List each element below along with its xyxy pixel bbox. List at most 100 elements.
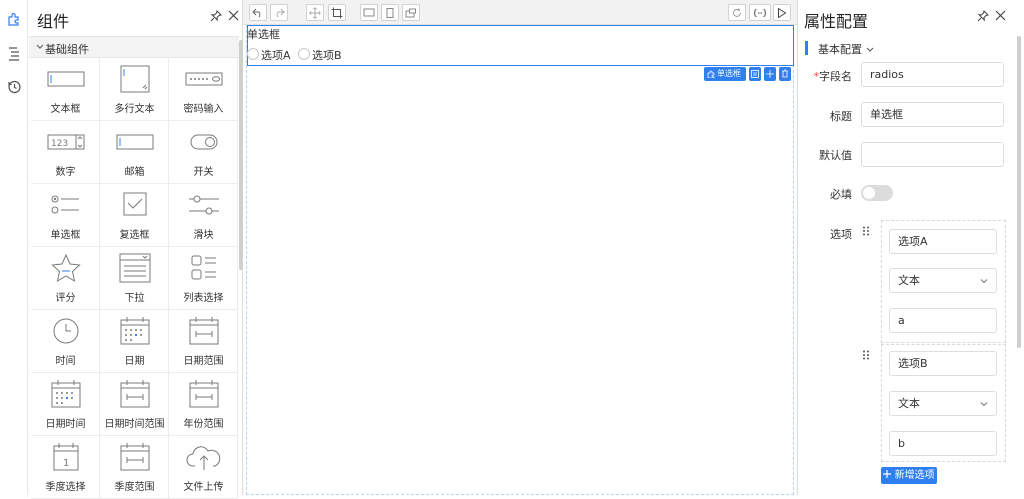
field-type-button[interactable]: 单选框 (704, 67, 746, 81)
radio-icon (51, 195, 79, 214)
component-item-list-select[interactable]: 列表选择 (169, 247, 238, 310)
option-type-value: 文本 (898, 397, 920, 410)
radio-option-b-label[interactable]: 选项B (312, 47, 342, 63)
drag-handle-icon[interactable] (862, 350, 870, 360)
component-label: 邮箱 (124, 167, 145, 178)
component-item-radio[interactable]: 单选框 (31, 184, 100, 247)
trash-icon (782, 69, 788, 78)
radio-option-a-label[interactable]: 选项A (261, 47, 291, 63)
desktop-view-button[interactable] (360, 4, 378, 21)
canvas-toolbar (243, 0, 797, 25)
radio-option-a[interactable] (247, 48, 259, 60)
close-icon[interactable] (993, 10, 1007, 24)
option-value-input[interactable]: a (889, 308, 997, 333)
component-item-datetime-range[interactable]: 日期时间范围 (100, 373, 169, 436)
option-label-input[interactable]: 选项A (889, 229, 997, 254)
calendar-icon (120, 317, 150, 345)
component-item-slider[interactable]: 滑块 (169, 184, 238, 247)
option-type-select[interactable]: 文本 (889, 391, 997, 416)
datetime-icon (51, 380, 81, 408)
select-tool-button[interactable] (328, 4, 346, 21)
radio-option-b[interactable] (298, 48, 310, 60)
checkbox-icon (123, 192, 147, 216)
option-type-select[interactable]: 文本 (889, 268, 997, 293)
component-label: 季度选择 (45, 482, 86, 493)
delete-button[interactable] (779, 67, 791, 81)
component-item-email[interactable]: 邮箱 (100, 121, 169, 184)
component-item-checkbox[interactable]: 复选框 (100, 184, 169, 247)
history-icon[interactable] (6, 79, 22, 95)
add-option-button[interactable]: 新增选项 (881, 467, 937, 484)
component-label: 日期时间 (45, 419, 86, 430)
copy-button[interactable] (749, 67, 761, 81)
option-item: 选项B 文本 b (881, 344, 1006, 462)
required-label: 必填 (830, 188, 852, 201)
field-name-label: *字段名 (813, 70, 853, 83)
upload-icon (186, 446, 221, 470)
option-value-input[interactable]: b (889, 431, 997, 456)
drag-handle-icon[interactable] (862, 226, 870, 236)
default-value-label: 默认值 (819, 149, 852, 162)
move-button[interactable] (306, 4, 324, 21)
mobile-icon (386, 7, 394, 18)
component-item-date-range[interactable]: 日期范围 (169, 310, 238, 373)
component-item-select[interactable]: 下拉 (100, 247, 169, 310)
required-toggle[interactable] (861, 185, 893, 201)
group-header[interactable]: 基础组件 (29, 36, 239, 58)
properties-scrollbar[interactable] (1017, 36, 1021, 348)
component-item-textarea[interactable]: 多行文本 (100, 58, 169, 121)
section-header[interactable]: 基本配置 (818, 41, 874, 57)
outline-icon[interactable] (6, 45, 22, 61)
password-icon (185, 72, 223, 86)
redo-button[interactable] (270, 4, 288, 21)
component-item-switch[interactable]: 开关 (169, 121, 238, 184)
clear-button[interactable] (728, 4, 746, 21)
number-icon: 123 (47, 134, 85, 150)
textarea-icon (120, 65, 150, 93)
component-item-number[interactable]: 123 数字 (31, 121, 100, 184)
component-item-password[interactable]: 密码输入 (169, 58, 238, 121)
undo-button[interactable] (249, 4, 267, 21)
tablet-icon (405, 8, 416, 17)
tablet-view-button[interactable] (402, 4, 420, 21)
component-label: 年份范围 (183, 419, 224, 430)
component-item-date[interactable]: 日期 (100, 310, 169, 373)
component-item-year-range[interactable]: 年份范围 (169, 373, 238, 436)
component-label: 时间 (55, 356, 76, 367)
option-item: 选项A 文本 a (881, 220, 1006, 343)
option-label-input[interactable]: 选项B (889, 351, 997, 376)
puzzle-icon[interactable] (6, 11, 22, 27)
component-item-text[interactable]: 文本框 (31, 58, 100, 121)
field-title: 单选框 (247, 28, 280, 41)
puzzle-icon (707, 70, 715, 78)
preview-button[interactable] (773, 4, 791, 21)
clock-icon (53, 318, 79, 344)
pin-icon[interactable] (209, 10, 223, 24)
canvas-dropzone[interactable] (246, 25, 794, 495)
close-icon[interactable] (226, 10, 240, 24)
add-option-label: 新增选项 (894, 470, 935, 481)
component-item-datetime[interactable]: 日期时间 (31, 373, 100, 436)
component-item-time[interactable]: 时间 (31, 310, 100, 373)
star-icon (51, 253, 81, 283)
component-label: 文件上传 (183, 482, 224, 493)
drag-button[interactable] (764, 67, 776, 81)
default-value-input[interactable] (861, 142, 1004, 167)
date-range-icon (189, 317, 219, 345)
mobile-view-button[interactable] (381, 4, 399, 21)
component-item-quarter[interactable]: 1 季度选择 (31, 436, 100, 499)
component-item-rate[interactable]: 评分 (31, 247, 100, 310)
component-item-upload[interactable]: 文件上传 (169, 436, 238, 499)
year-range-icon (189, 380, 219, 408)
field-name-input[interactable]: radios (861, 62, 1004, 87)
play-icon (778, 7, 787, 18)
pin-icon[interactable] (976, 10, 990, 24)
title-input[interactable]: 单选框 (861, 102, 1004, 127)
quarter-icon: 1 (53, 443, 79, 471)
list-select-icon (191, 255, 216, 280)
options-label: 选项 (830, 228, 852, 241)
component-item-quarter-range[interactable]: 季度范围 (100, 436, 169, 499)
email-icon (116, 134, 154, 150)
redo-icon (276, 8, 285, 17)
json-button[interactable] (749, 4, 771, 21)
